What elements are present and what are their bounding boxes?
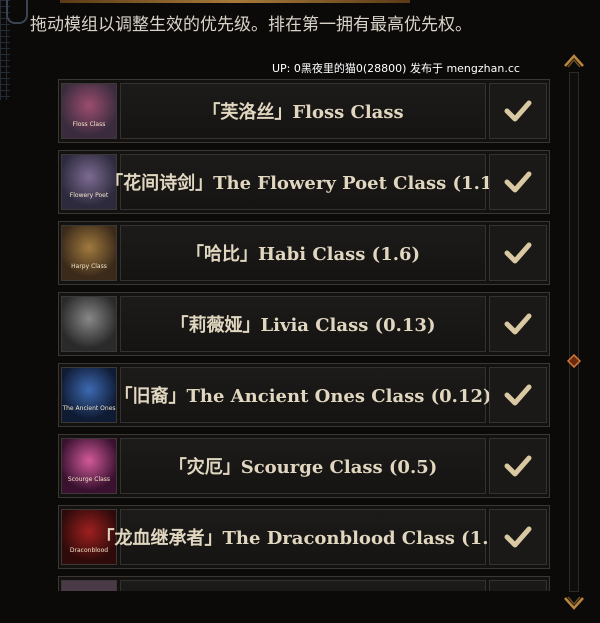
mod-enable-checkbox[interactable] — [489, 225, 547, 281]
mod-thumbnail: Scourge Class — [61, 438, 117, 494]
mod-row-partial[interactable] — [58, 576, 550, 591]
scroll-down-icon[interactable] — [563, 596, 585, 612]
mod-name-label[interactable] — [120, 580, 486, 591]
mod-name-label[interactable]: 「灾厄」Scourge Class (0.5) — [120, 438, 486, 494]
watermark-text: UP: 0黑夜里的猫0(28800) 发布于 mengzhan.cc — [272, 62, 520, 75]
scroll-thumb[interactable] — [567, 354, 581, 368]
mod-thumbnail-caption: Harpy Class — [71, 263, 107, 270]
mod-row[interactable]: Flowery Poet 「花间诗剑」The Flowery Poet Class… — [58, 150, 550, 214]
mod-name-label[interactable]: 「莉薇娅」Livia Class (0.13) — [120, 296, 486, 352]
mod-enable-checkbox[interactable] — [489, 509, 547, 565]
mod-name-label[interactable]: 「花间诗剑」The Flowery Poet Class (1.1) — [105, 154, 501, 210]
top-ornament-bar — [60, 0, 410, 3]
mod-enable-checkbox[interactable] — [489, 367, 547, 423]
mod-thumbnail: Floss Class — [61, 83, 117, 139]
checkmark-icon — [504, 171, 532, 193]
mod-row[interactable]: Scourge Class 「灾厄」Scourge Class (0.5) — [58, 434, 550, 498]
scrollbar[interactable] — [563, 52, 585, 612]
mod-name-label[interactable]: 「芙洛丝」Floss Class — [120, 83, 486, 139]
mod-thumbnail-caption: Scourge Class — [67, 476, 111, 483]
mod-name-label[interactable]: 「龙血继承者」The Draconblood Class (1.0) — [97, 509, 510, 565]
mod-thumbnail-caption: The Ancient Ones — [62, 405, 116, 412]
mod-name-label[interactable]: 「旧裔」The Ancient Ones Class (0.12) — [114, 367, 492, 423]
mod-enable-checkbox[interactable] — [489, 296, 547, 352]
scroll-track[interactable] — [569, 72, 579, 592]
mod-thumbnail: The Ancient Ones — [61, 367, 117, 423]
mod-thumbnail — [61, 296, 117, 352]
mod-row[interactable]: Draconblood 「龙血继承者」The Draconblood Class … — [58, 505, 550, 569]
scroll-up-icon[interactable] — [563, 52, 585, 68]
mod-thumbnail — [61, 580, 117, 591]
mod-enable-checkbox[interactable] — [489, 580, 547, 591]
mod-row[interactable]: 「莉薇娅」Livia Class (0.13) — [58, 292, 550, 356]
mod-enable-checkbox[interactable] — [489, 438, 547, 494]
checkmark-icon — [504, 100, 532, 122]
mod-row[interactable]: The Ancient Ones 「旧裔」The Ancient Ones Cla… — [58, 363, 550, 427]
checkmark-icon — [504, 455, 532, 477]
mod-thumbnail-caption: Floss Class — [72, 121, 106, 128]
mod-enable-checkbox[interactable] — [489, 83, 547, 139]
top-ornament-knob — [6, 0, 28, 24]
mod-list: Floss Class 「芙洛丝」Floss Class Flowery Poet 「… — [58, 79, 550, 598]
mod-thumbnail: Harpy Class — [61, 225, 117, 281]
mod-name-label[interactable]: 「哈比」Habi Class (1.6) — [120, 225, 486, 281]
checkmark-icon — [504, 384, 532, 406]
mod-row[interactable]: Floss Class 「芙洛丝」Floss Class — [58, 79, 550, 143]
checkmark-icon — [504, 313, 532, 335]
top-ornament — [0, 0, 600, 24]
mod-enable-checkbox[interactable] — [489, 154, 547, 210]
mod-row[interactable]: Harpy Class 「哈比」Habi Class (1.6) — [58, 221, 550, 285]
checkmark-icon — [504, 526, 532, 548]
instruction-text: 拖动模组以调整生效的优先级。排在第一拥有最高优先权。 — [30, 15, 472, 35]
checkmark-icon — [504, 242, 532, 264]
